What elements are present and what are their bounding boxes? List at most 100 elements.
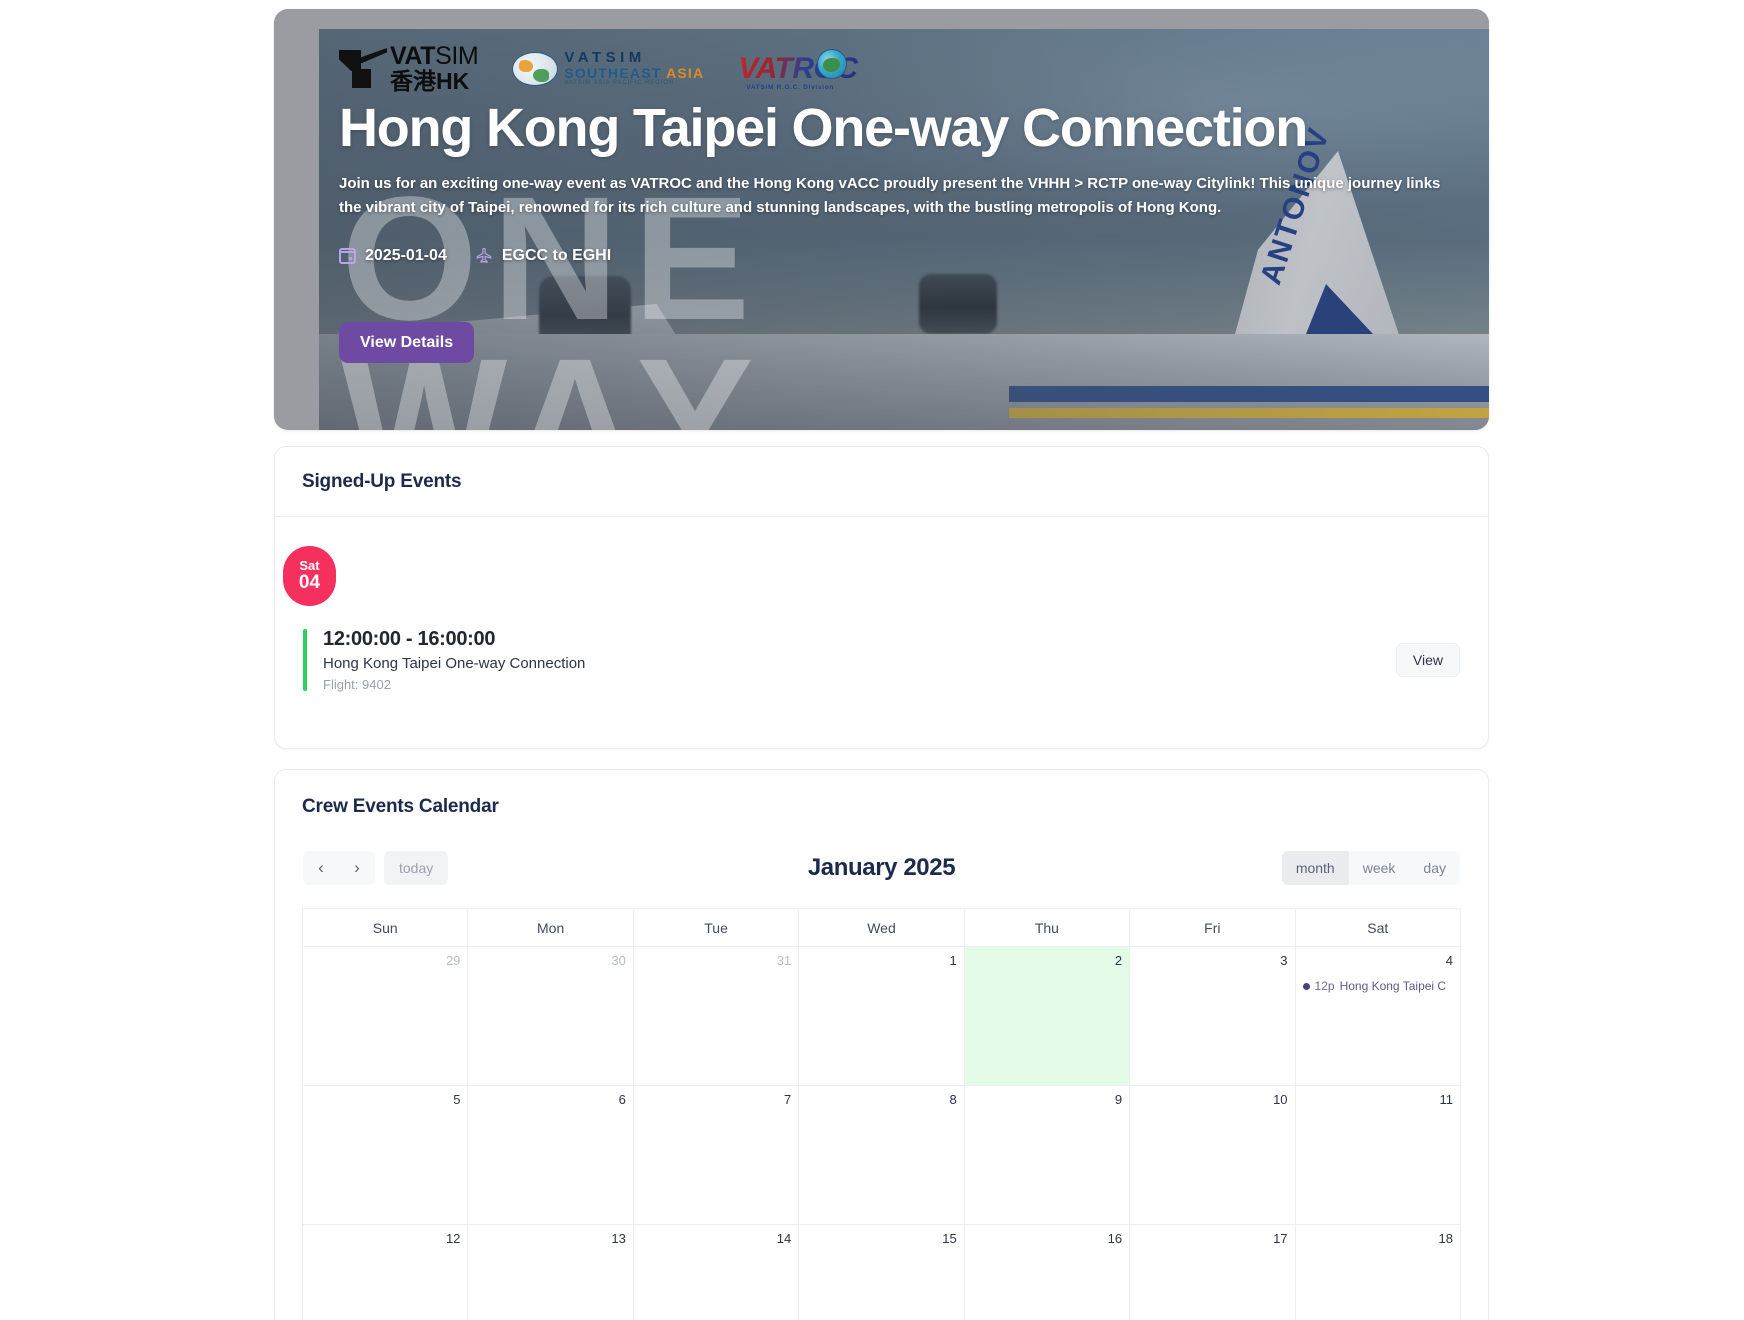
vatsim-hk-wordmark-top: VATSIM (390, 42, 479, 71)
calendar-view-week[interactable]: week (1348, 851, 1410, 885)
vatsim-hk-logo: VATSIM 香港HK (339, 42, 479, 95)
calendar-view-day[interactable]: day (1409, 851, 1460, 885)
calendar-day-cell[interactable]: 4 12p Hong Kong Taipei C (1295, 947, 1461, 1086)
calendar-day-number: 5 (453, 1092, 461, 1107)
calendar-day-number: 3 (1280, 953, 1288, 968)
hero-content: VATSIM 香港HK VATSIM SOUTHEAST ASIA VATSIM… (319, 29, 1489, 430)
calendar-day-cell[interactable]: 14 (633, 1225, 800, 1320)
event-date-day: 04 (298, 571, 321, 593)
calendar-day-cell[interactable]: 15 (799, 1225, 965, 1320)
calendar-day-cell[interactable]: 11 (1295, 1086, 1461, 1225)
airplane-icon (476, 247, 492, 264)
signed-up-event-row[interactable]: 12:00:00 - 16:00:00 Hong Kong Taipei One… (275, 624, 1488, 696)
calendar-day-number: 16 (1107, 1231, 1123, 1246)
signed-up-events-card: Signed-Up Events (274, 446, 1489, 749)
view-details-button[interactable]: View Details (339, 322, 475, 363)
event-flight-number: Flight: 9402 (323, 677, 391, 692)
sea-globe-icon (512, 51, 559, 86)
weekday-wed: Wed (799, 909, 965, 947)
calendar-day-number: 4 (1445, 953, 1453, 968)
event-view-button[interactable]: View (1395, 643, 1460, 677)
vatroc-subtitle: VATSIM R.O.C. Division (746, 84, 835, 91)
chevron-left-icon[interactable]: ‹ (303, 851, 339, 885)
calendar-day-number: 12 (445, 1231, 461, 1246)
calendar-toolbar: ‹ › today January 2025 month week day (275, 845, 1488, 891)
vatsim-hk-wordmark-bottom: 香港HK (390, 68, 470, 95)
hero-route-item: EGCC to EGHI (475, 247, 611, 265)
calendar-day-cell[interactable]: 1 (799, 947, 965, 1086)
calendar-day-cell[interactable]: 12 (303, 1225, 469, 1320)
calendar-day-number: 14 (776, 1231, 792, 1246)
calendar-day-cell[interactable]: 17 (1130, 1225, 1296, 1320)
vatsim-southeast-asia-logo: VATSIM SOUTHEAST ASIA VATSIM ASIA PACIFI… (512, 50, 704, 88)
weekday-tue: Tue (633, 909, 800, 947)
hero-description: Join us for an exciting one-way event as… (339, 175, 1441, 216)
calendar-week-row: 29 30 31 1 2 3 4 12p Hong Kong Taipei C (303, 947, 1461, 1086)
calendar-day-cell[interactable]: 9 (964, 1086, 1131, 1225)
calendar-day-cell[interactable]: 16 (964, 1225, 1131, 1320)
hero-logo-row: VATSIM 香港HK VATSIM SOUTHEAST ASIA VATSIM… (339, 43, 1489, 95)
calendar-weekday-header: Sun Mon Tue Wed Thu Fri Sat (303, 909, 1461, 947)
calendar-week-row: 12 13 14 15 16 17 18 (303, 1225, 1461, 1320)
event-details: 12:00:00 - 16:00:00 Hong Kong Taipei One… (323, 626, 1396, 695)
chevron-right-icon[interactable]: › (339, 851, 375, 885)
weekday-fri: Fri (1130, 909, 1296, 947)
event-date-weekday: Sat (299, 557, 320, 573)
event-name: Hong Kong Taipei One-way Connection (323, 654, 586, 672)
calendar-week-row: 5 6 7 8 9 10 11 (303, 1086, 1461, 1225)
signed-up-card-header: Signed-Up Events (275, 447, 1488, 517)
hero-banner: ANTONOV ONEWAY VATSIM 香港HK (274, 9, 1489, 430)
calendar-day-cell[interactable]: 29 (303, 947, 469, 1086)
calendar-day-cell[interactable]: 31 (633, 947, 800, 1086)
calendar-day-number: 29 (445, 953, 461, 968)
calendar-body: 29 30 31 1 2 3 4 12p Hong Kong Taipei C 5 6 7 8 9 10 11… (303, 947, 1461, 1320)
sea-line2: SOUTHEAST ASIA (564, 64, 705, 81)
calendar-day-number: 10 (1273, 1092, 1288, 1107)
weekday-sun: Sun (303, 909, 469, 947)
sea-line1: VATSIM (564, 48, 646, 66)
calendar-card-header: Crew Events Calendar (275, 770, 1488, 844)
calendar-view-switch: month week day (1281, 851, 1460, 885)
calendar-day-number: 7 (784, 1092, 792, 1107)
hero-date-text: 2025-01-04 (365, 246, 447, 264)
calendar-day-number: 2 (1114, 953, 1123, 968)
calendar-day-number: 8 (949, 1092, 957, 1107)
calendar-day-cell[interactable]: 7 (633, 1086, 800, 1225)
calendar-grid: Sun Mon Tue Wed Thu Fri Sat 29 30 31 1 2 3 4 12… (302, 908, 1461, 1320)
calendar-day-cell[interactable]: 5 (303, 1086, 469, 1225)
calendar-day-cell[interactable]: 3 (1130, 947, 1296, 1086)
calendar-day-number: 18 (1438, 1231, 1453, 1246)
calendar-day-number: 1 (949, 953, 957, 968)
hero-route-text: EGCC to EGHI (501, 246, 612, 264)
hero-date-item: 2025-01-04 (339, 247, 447, 265)
calendar-day-number: 11 (1439, 1092, 1453, 1107)
hero-image: ANTONOV ONEWAY VATSIM 香港HK (319, 29, 1489, 430)
event-status-bar (303, 629, 307, 691)
calendar-day-number: 13 (611, 1231, 626, 1246)
vatsim-logo-mark-icon (339, 47, 387, 90)
weekday-sat: Sat (1295, 909, 1461, 947)
hero-meta-row: 2025-01-04 EGCC to EGHI (339, 247, 1489, 265)
calendar-day-number: 17 (1273, 1231, 1288, 1246)
calendar-day-cell[interactable]: 13 (468, 1225, 634, 1320)
calendar-title: Crew Events Calendar (302, 796, 499, 817)
calendar-day-cell[interactable]: 30 (468, 947, 634, 1086)
hero-title: Hong Kong Taipei One-way Connection (339, 98, 1308, 158)
calendar-day-cell[interactable]: 18 (1295, 1225, 1461, 1320)
calendar-day-cell[interactable]: 2 (964, 947, 1131, 1086)
signed-up-title: Signed-Up Events (302, 470, 462, 492)
event-dot-icon (1302, 982, 1310, 990)
calendar-event-chip[interactable]: 12p Hong Kong Taipei C (1302, 979, 1453, 993)
calendar-icon (339, 247, 356, 264)
calendar-day-number: 9 (1114, 1092, 1123, 1107)
calendar-day-cell[interactable]: 10 (1130, 1086, 1296, 1225)
today-button[interactable]: today (384, 851, 449, 885)
calendar-view-month[interactable]: month (1281, 851, 1349, 885)
calendar-day-number: 6 (618, 1092, 626, 1107)
weekday-mon: Mon (468, 909, 634, 947)
event-time: 12:00:00 - 16:00:00 (323, 627, 496, 650)
calendar-day-cell[interactable]: 6 (468, 1086, 634, 1225)
calendar-day-number: 15 (942, 1231, 957, 1246)
calendar-day-cell[interactable]: 8 (799, 1086, 965, 1225)
weekday-thu: Thu (964, 909, 1131, 947)
